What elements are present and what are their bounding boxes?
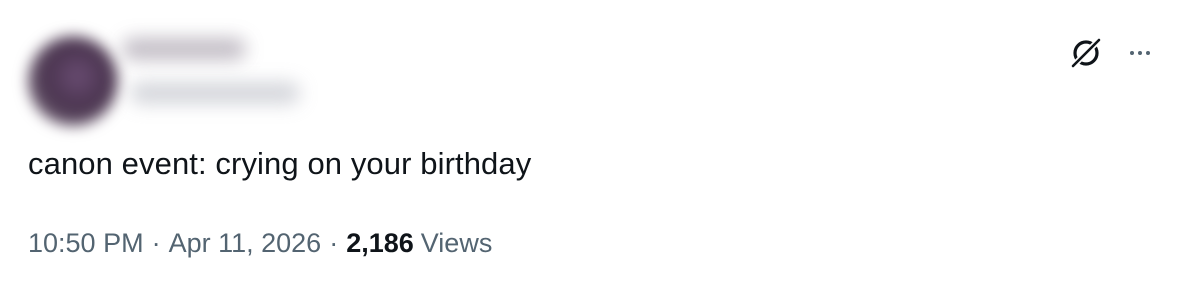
- avatar[interactable]: [28, 36, 118, 126]
- dot: [1146, 51, 1150, 55]
- tweet-date[interactable]: Apr 11, 2026: [169, 228, 322, 259]
- dot: [1138, 51, 1142, 55]
- meta-separator: ·: [329, 227, 339, 258]
- author-handle-redacted[interactable]: [130, 82, 300, 104]
- more-icon[interactable]: [1120, 33, 1160, 73]
- tweet-author[interactable]: [18, 20, 318, 130]
- author-name-redacted[interactable]: [122, 38, 246, 60]
- views-label[interactable]: Views: [421, 228, 493, 259]
- views-count[interactable]: 2,186: [346, 228, 414, 259]
- dot: [1130, 51, 1134, 55]
- meta-separator: ·: [151, 227, 161, 258]
- grok-icon-glyph: [1070, 37, 1102, 69]
- tweet-time[interactable]: 10:50 PM: [28, 228, 144, 259]
- tweet-card: canon event: crying on your birthday 10:…: [0, 0, 1182, 286]
- tweet-text: canon event: crying on your birthday: [28, 146, 532, 181]
- more-dots: [1130, 51, 1150, 55]
- grok-icon[interactable]: [1066, 33, 1106, 73]
- tweet-meta: 10:50 PM · Apr 11, 2026 · 2,186 Views: [28, 223, 492, 263]
